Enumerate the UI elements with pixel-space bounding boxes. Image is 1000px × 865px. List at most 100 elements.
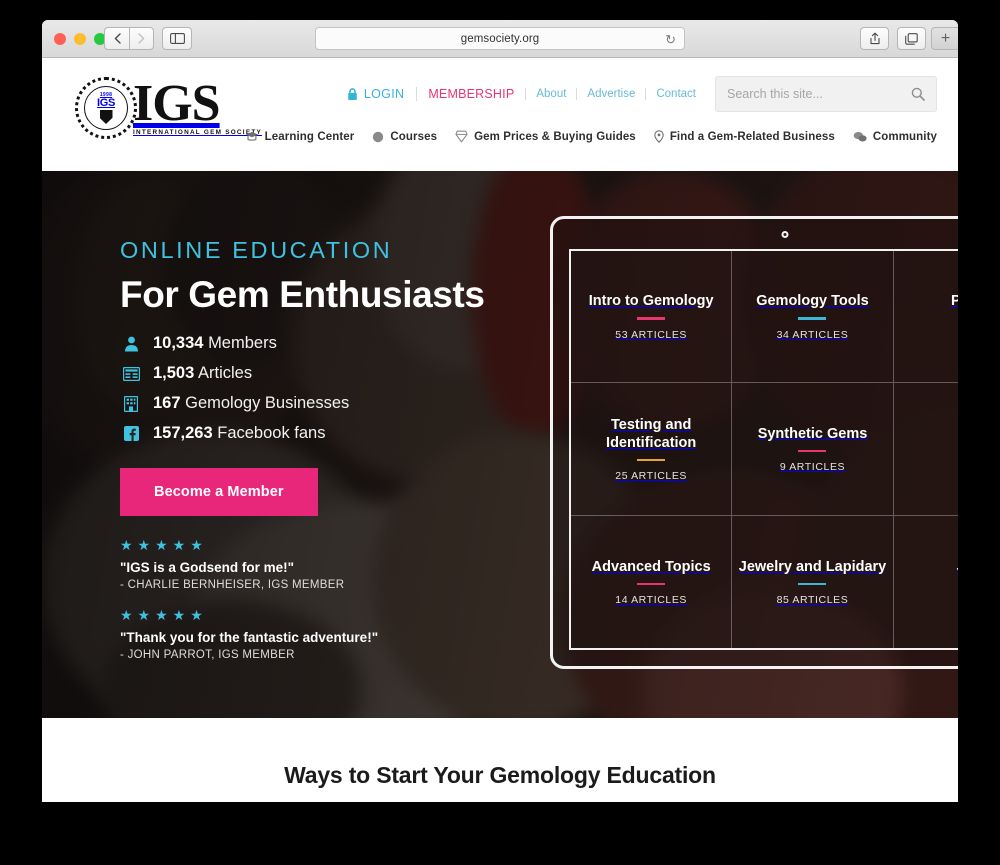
category-count: 85 ARTICLES	[776, 594, 849, 607]
category-cell[interactable]: Jewelry and Lapidary 85 ARTICLES	[732, 515, 894, 648]
chevron-right-icon	[138, 33, 145, 44]
testimonial-author: - JOHN PARROT, IGS MEMBER	[120, 649, 295, 662]
search-input[interactable]	[727, 87, 911, 101]
nav-learning-center[interactable]: Learning Center	[245, 131, 355, 143]
become-a-member-button[interactable]: Become a Member	[120, 468, 318, 517]
nav-courses-label: Courses	[390, 130, 438, 143]
nav-learning-center-label: Learning Center	[264, 130, 355, 143]
stat-members: 10,334 Members	[120, 334, 540, 353]
category-accent-line	[798, 449, 827, 453]
hero-headline: For Gem Enthusiasts	[120, 273, 485, 315]
category-title: Testing and Identification	[606, 416, 697, 451]
minimize-window-button[interactable]	[74, 33, 86, 45]
category-title: Gemology Tools	[756, 293, 869, 310]
chat-bubbles-icon	[853, 131, 867, 143]
chevron-left-icon	[114, 33, 121, 44]
rating-stars: ★★★★★	[120, 607, 208, 624]
lower-section: Ways to Start Your Gemology Education	[42, 718, 958, 799]
nav-link-advertise[interactable]: Advertise	[576, 88, 645, 100]
diamond-icon	[455, 130, 468, 143]
testimonial-2: ★★★★★ "Thank you for the fantastic adven…	[120, 608, 540, 661]
hero-copy: ONLINE EDUCATION For Gem Enthusiasts 10,…	[120, 238, 540, 661]
seal-mark: IGS	[96, 97, 116, 109]
lock-icon	[347, 87, 358, 101]
stat-facebook-text: 157,263 Facebook fans	[153, 424, 326, 443]
user-icon	[120, 336, 142, 352]
articles-icon	[120, 366, 142, 381]
forward-button[interactable]	[129, 27, 154, 50]
toolbar-right	[860, 27, 926, 50]
testimonial-quote: "IGS is a Godsend for me!"	[120, 560, 295, 576]
utility-nav: LOGIN MEMBERSHIP About Advertise Contact	[347, 76, 937, 112]
logo-initials: IGS	[133, 75, 221, 133]
category-title: Intro to Gemology	[588, 293, 714, 310]
address-bar[interactable]: gemsociety.org ↻	[315, 27, 685, 50]
category-cell[interactable]: Proper 17	[893, 251, 958, 384]
nav-community[interactable]: Community	[853, 131, 937, 143]
category-title: Jewe	[957, 558, 958, 576]
category-cell[interactable]: Advanced Topics 14 ARTICLES	[571, 515, 733, 648]
category-cell[interactable]: Synthetic Gems 9 ARTICLES	[732, 383, 894, 516]
device-mockup: Intro to Gemology 53 ARTICLES Gemology T…	[550, 216, 958, 669]
nav-link-about[interactable]: About	[525, 88, 576, 100]
nav-courses[interactable]: Courses	[372, 131, 437, 143]
search-icon[interactable]	[911, 87, 925, 101]
gem-circle-icon	[372, 131, 384, 143]
site-logo[interactable]: 1998 IGS IGS INTERNATIONAL GEM SOCIETY	[75, 77, 262, 139]
browser-window: gemsociety.org ↻ + 1998 IGS IGS INTERNAT…	[42, 20, 958, 802]
category-count: 53 ARTICLES	[615, 328, 688, 341]
category-title: Jewelry and Lapidary	[738, 558, 887, 575]
site-header: 1998 IGS IGS INTERNATIONAL GEM SOCIETY L…	[42, 58, 958, 171]
igs-seal-icon: 1998 IGS	[75, 77, 137, 139]
category-accent-line	[637, 317, 666, 320]
browser-titlebar: gemsociety.org ↻ +	[42, 20, 958, 58]
login-link[interactable]: LOGIN	[347, 87, 416, 101]
category-accent-line	[637, 458, 666, 462]
reload-icon[interactable]: ↻	[665, 32, 676, 47]
category-count: 25 ARTICLES	[615, 470, 688, 483]
shield-icon	[99, 110, 113, 124]
hero-section: ONLINE EDUCATION For Gem Enthusiasts 10,…	[42, 171, 958, 718]
login-label: LOGIN	[363, 87, 405, 101]
stat-businesses-text: 167 Gemology Businesses	[153, 394, 350, 413]
share-button[interactable]	[860, 27, 889, 50]
nav-find-business[interactable]: Find a Gem-Related Business	[654, 130, 835, 143]
nav-community-label: Community	[872, 130, 937, 143]
category-title: Advanced Topics	[591, 558, 711, 575]
course-category-grid: Intro to Gemology 53 ARTICLES Gemology T…	[569, 249, 958, 650]
close-window-button[interactable]	[54, 33, 66, 45]
category-cell[interactable]: Intro to Gemology 53 ARTICLES	[571, 251, 733, 384]
membership-link[interactable]: MEMBERSHIP	[416, 87, 525, 101]
stat-articles: 1,503 Articles	[120, 364, 540, 383]
nav-find-business-label: Find a Gem-Related Business	[669, 130, 835, 143]
logo-wordmark: IGS INTERNATIONAL GEM SOCIETY	[133, 75, 262, 136]
map-pin-icon	[654, 130, 664, 143]
new-tab-button[interactable]: +	[931, 27, 958, 50]
seal-inner: 1998 IGS	[84, 86, 128, 130]
stat-articles-text: 1,503 Articles	[153, 364, 253, 383]
nav-link-contact[interactable]: Contact	[645, 88, 706, 100]
show-tabs-icon	[905, 32, 918, 45]
category-cell[interactable]: Gemology Tools 34 ARTICLES	[732, 251, 894, 384]
sidebar-toggle-icon	[169, 33, 185, 44]
category-title: Synthetic Gems	[757, 425, 868, 442]
category-cell[interactable]: Trea 10	[893, 383, 958, 516]
category-accent-line	[798, 582, 827, 586]
screenshot-root: gemsociety.org ↻ + 1998 IGS IGS INTERNAT…	[0, 0, 1000, 865]
section-heading: Ways to Start Your Gemology Education	[284, 762, 716, 788]
rating-stars: ★★★★★	[120, 537, 208, 554]
testimonial-author: - CHARLIE BERNHEISER, IGS MEMBER	[120, 579, 345, 592]
sidebar-toggle-button[interactable]	[162, 27, 192, 50]
testimonial-1: ★★★★★ "IGS is a Godsend for me!" - CHARL…	[120, 538, 540, 591]
facebook-icon	[120, 426, 142, 442]
category-cell[interactable]: Jewe 29	[893, 515, 958, 648]
share-icon	[869, 32, 880, 45]
category-cell[interactable]: Testing and Identification 25 ARTICLES	[571, 383, 733, 516]
site-search[interactable]	[715, 76, 937, 112]
stat-facebook: 157,263 Facebook fans	[120, 424, 540, 443]
nav-gem-prices[interactable]: Gem Prices & Buying Guides	[455, 130, 636, 143]
nav-gem-prices-label: Gem Prices & Buying Guides	[474, 130, 636, 143]
back-button[interactable]	[104, 27, 129, 50]
show-tabs-button[interactable]	[897, 27, 926, 50]
hero-stats: 10,334 Members 1,503 Articles 167 Gemolo…	[120, 334, 540, 443]
